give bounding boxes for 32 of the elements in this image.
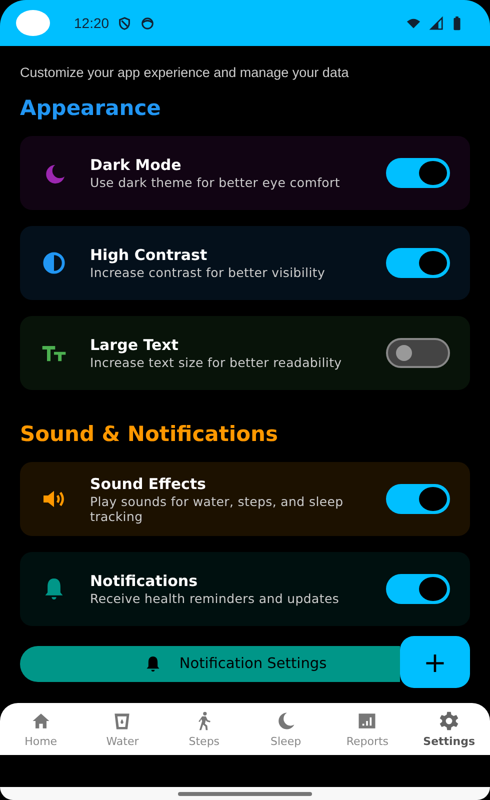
toggle-switch[interactable] [386, 574, 450, 604]
section-heading: Appearance [20, 96, 162, 120]
toggle-switch[interactable] [386, 338, 450, 368]
camera-cutout [16, 10, 50, 36]
setting-title: Large Text [90, 336, 180, 354]
setting-title: High Contrast [90, 246, 208, 264]
setting-title: Notifications [90, 572, 199, 590]
nav-tab[interactable]: Water [84, 710, 160, 748]
nav-tab[interactable]: Settings [411, 710, 488, 748]
setting-description: Increase text size for better readability [90, 355, 343, 370]
face-icon [140, 16, 156, 30]
toggle-switch[interactable] [386, 248, 450, 278]
shield-icon [117, 16, 132, 30]
nav-tab[interactable]: Sleep [248, 710, 324, 748]
setting-title: Sound Effects [90, 474, 207, 492]
page-subtitle: Customize your app experience and manage your data [20, 65, 350, 80]
section-heading: Sound & Notifications [20, 422, 279, 446]
nav-tab[interactable]: Reports [329, 710, 406, 748]
nav-tab[interactable]: Steps [166, 710, 242, 748]
setting-title: Dark Mode [90, 156, 182, 174]
setting-description: Play sounds for water, steps, and sleep tracking [90, 494, 344, 524]
setting-description: Use dark theme for better eye comfort [90, 175, 341, 190]
toggle-switch[interactable] [386, 484, 450, 514]
setting-description: Increase contrast for better visibility [90, 265, 326, 280]
add-button[interactable]: + [400, 636, 470, 688]
clock: 12:20 [74, 15, 110, 31]
setting-description: Receive health reminders and updates [90, 591, 340, 606]
signal-icon [429, 16, 444, 30]
nav-tab[interactable]: Home [2, 710, 79, 748]
notification-settings-button[interactable]: Notification Settings [20, 646, 400, 682]
toggle-switch[interactable] [386, 158, 450, 188]
battery-icon [452, 16, 462, 30]
